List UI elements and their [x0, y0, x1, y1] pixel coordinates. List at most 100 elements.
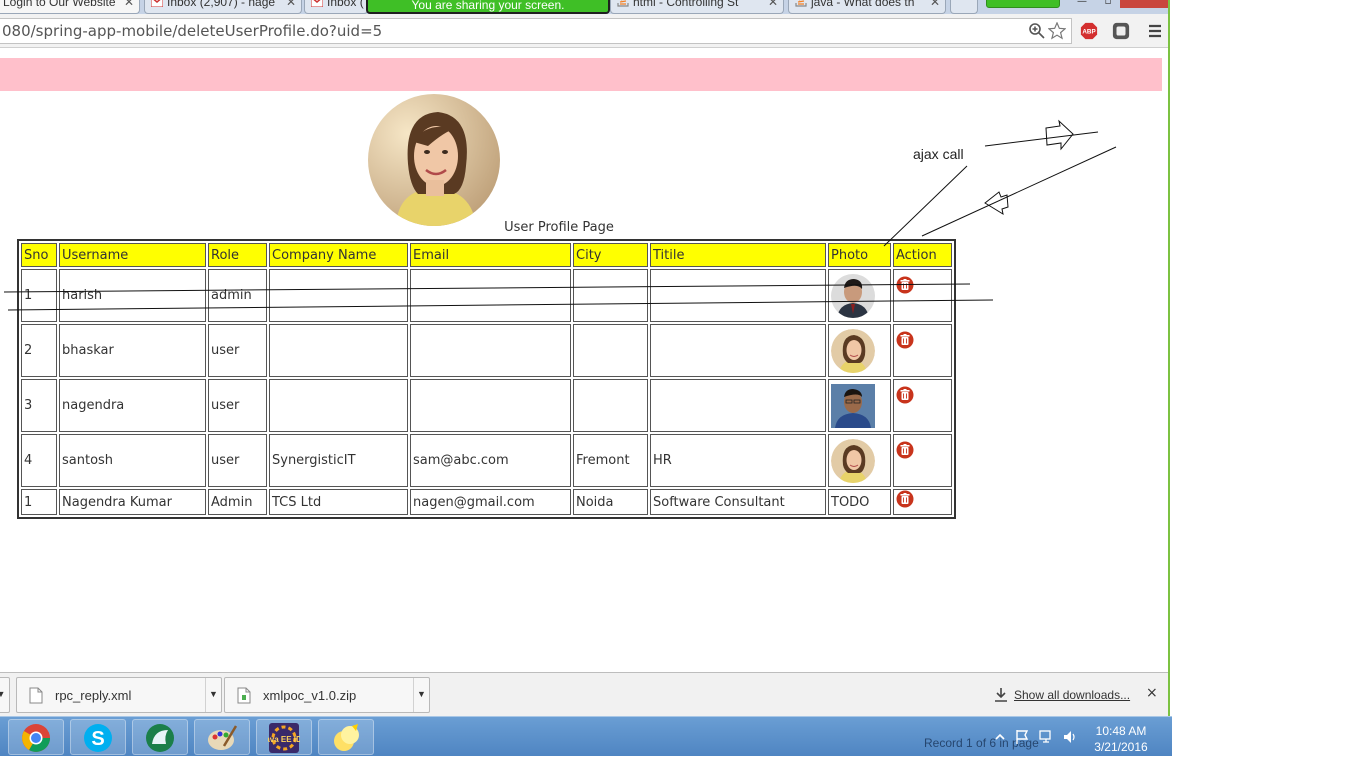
header-username: Username: [59, 243, 206, 267]
skype-icon: S: [84, 724, 112, 752]
table-row: 3 nagendra user: [21, 379, 952, 432]
download-item[interactable]: xmlpoc_v1.0.zip ▼: [224, 677, 430, 713]
maximize-icon[interactable]: ▫: [1094, 0, 1122, 8]
user-profile-table: Sno Username Role Company Name Email Cit…: [17, 239, 956, 519]
cell-email: [410, 379, 571, 432]
extension-icon[interactable]: [1112, 22, 1130, 40]
cell-username: harish: [59, 269, 206, 322]
taskbar-browser-app[interactable]: [132, 719, 188, 755]
cell-title: HR: [650, 434, 826, 487]
chevron-down-icon[interactable]: ▼: [0, 678, 9, 712]
cell-city: [573, 324, 648, 377]
network-icon[interactable]: [1038, 729, 1054, 745]
taskbar-misc-app[interactable]: [318, 719, 374, 755]
tab-close-icon[interactable]: ✕: [124, 0, 134, 9]
cell-photo: TODO: [828, 489, 891, 515]
delete-icon[interactable]: [896, 441, 914, 459]
clock-time: 10:48 AM: [1095, 724, 1147, 738]
delete-icon[interactable]: [896, 386, 914, 404]
tab-close-icon[interactable]: ✕: [930, 0, 940, 9]
tab-close-icon[interactable]: ✕: [768, 0, 778, 9]
taskbar-paint[interactable]: [194, 719, 250, 755]
profile-avatar: [368, 94, 500, 226]
close-icon[interactable]: ×: [1146, 685, 1158, 701]
user-photo-thumbnail: [831, 438, 875, 483]
table-header-row: Sno Username Role Company Name Email Cit…: [21, 243, 952, 267]
browser-window: Login to Our Website ✕ Inbox (2,907) - n…: [0, 0, 1170, 716]
page-title: User Profile Page: [504, 220, 614, 235]
cell-company: TCS Ltd: [269, 489, 408, 515]
header-company: Company Name: [269, 243, 408, 267]
bookmark-star-icon[interactable]: [1048, 22, 1066, 40]
cell-city: Fremont: [573, 434, 648, 487]
table-row: 4 santosh user SynergisticIT sam@abc.com…: [21, 434, 952, 487]
cell-title: [650, 269, 826, 322]
tab-login[interactable]: Login to Our Website ✕: [0, 0, 140, 14]
misc-app-icon: [334, 724, 359, 751]
chevron-down-icon[interactable]: ▼: [205, 678, 221, 712]
tab-inbox-1[interactable]: Inbox (2,907) - nage ✕: [144, 0, 302, 14]
tab-java-what-does[interactable]: java - What does th ✕: [788, 0, 946, 14]
volume-icon[interactable]: [1062, 729, 1078, 745]
chevron-up-icon[interactable]: [994, 731, 1006, 743]
cell-role: admin: [208, 269, 267, 322]
window-close-button[interactable]: [1120, 0, 1168, 8]
clock-date: 3/21/2016: [1094, 740, 1148, 754]
cell-email: [410, 324, 571, 377]
adblock-icon[interactable]: ABP: [1080, 22, 1098, 40]
flag-icon[interactable]: [1014, 729, 1030, 745]
chrome-icon: [22, 724, 50, 752]
stackoverflow-icon: [795, 0, 807, 7]
download-item-partial[interactable]: ▼: [0, 677, 10, 713]
delete-icon[interactable]: [896, 331, 914, 349]
cell-photo: [828, 269, 891, 322]
header-action: Action: [893, 243, 952, 267]
header-city: City: [573, 243, 648, 267]
tab-html-controlling[interactable]: html - Controlling St ✕: [610, 0, 784, 14]
taskbar-chrome[interactable]: [8, 719, 64, 755]
cell-city: [573, 269, 648, 322]
download-arrow-icon: [995, 688, 1007, 702]
svg-text:ABP: ABP: [1082, 29, 1095, 36]
cell-company: [269, 269, 408, 322]
user-photo-thumbnail: [831, 328, 875, 373]
header-sno: Sno: [21, 243, 57, 267]
profile-button[interactable]: [986, 0, 1060, 8]
minimize-icon[interactable]: —: [1068, 0, 1096, 8]
table-row: 2 bhaskar user: [21, 324, 952, 377]
annotation-label: ajax call: [913, 146, 964, 162]
download-item[interactable]: rpc_reply.xml ▼: [16, 677, 222, 713]
user-photo-thumbnail: [831, 273, 875, 318]
system-clock[interactable]: 10:48 AM 3/21/2016: [1090, 723, 1152, 755]
table-row: 1 harish admin: [21, 269, 952, 322]
show-all-downloads-link[interactable]: Show all downloads...: [1014, 688, 1130, 702]
tab-strip: Login to Our Website ✕ Inbox (2,907) - n…: [0, 0, 1168, 14]
delete-icon[interactable]: [896, 490, 914, 508]
tab-close-icon[interactable]: ✕: [286, 0, 296, 9]
taskbar-skype[interactable]: S: [70, 719, 126, 755]
chevron-down-icon[interactable]: ▼: [413, 678, 429, 712]
paint-icon: [208, 725, 238, 750]
cell-username: bhaskar: [59, 324, 206, 377]
address-bar[interactable]: 080/spring-app-mobile/deleteUserProfile.…: [0, 18, 1072, 44]
new-tab-button[interactable]: [950, 0, 978, 14]
downloads-shelf: ▼ rpc_reply.xml ▼ xmlpoc_v1.0.zip ▼ Show…: [0, 672, 1168, 716]
tab-inbox-2[interactable]: Inbox (: [304, 0, 368, 14]
cell-company: [269, 324, 408, 377]
cell-action: [893, 434, 952, 487]
url-text: 080/spring-app-mobile/deleteUserProfile.…: [2, 22, 383, 40]
java-ee-ide-icon: Java EE IDE: [268, 723, 300, 753]
tab-label: Inbox (: [327, 0, 364, 9]
cell-role: Admin: [208, 489, 267, 515]
file-icon: [29, 687, 43, 704]
cell-sno: 1: [21, 269, 57, 322]
delete-icon[interactable]: [896, 276, 914, 294]
menu-icon[interactable]: [1146, 22, 1164, 40]
cell-email: sam@abc.com: [410, 434, 571, 487]
cell-city: [573, 379, 648, 432]
cell-action: [893, 379, 952, 432]
zoom-icon[interactable]: [1028, 22, 1046, 40]
taskbar-java-ee-ide[interactable]: Java EE IDE: [256, 719, 312, 755]
tab-label: java - What does th: [811, 0, 915, 9]
cell-email: nagen@gmail.com: [410, 489, 571, 515]
